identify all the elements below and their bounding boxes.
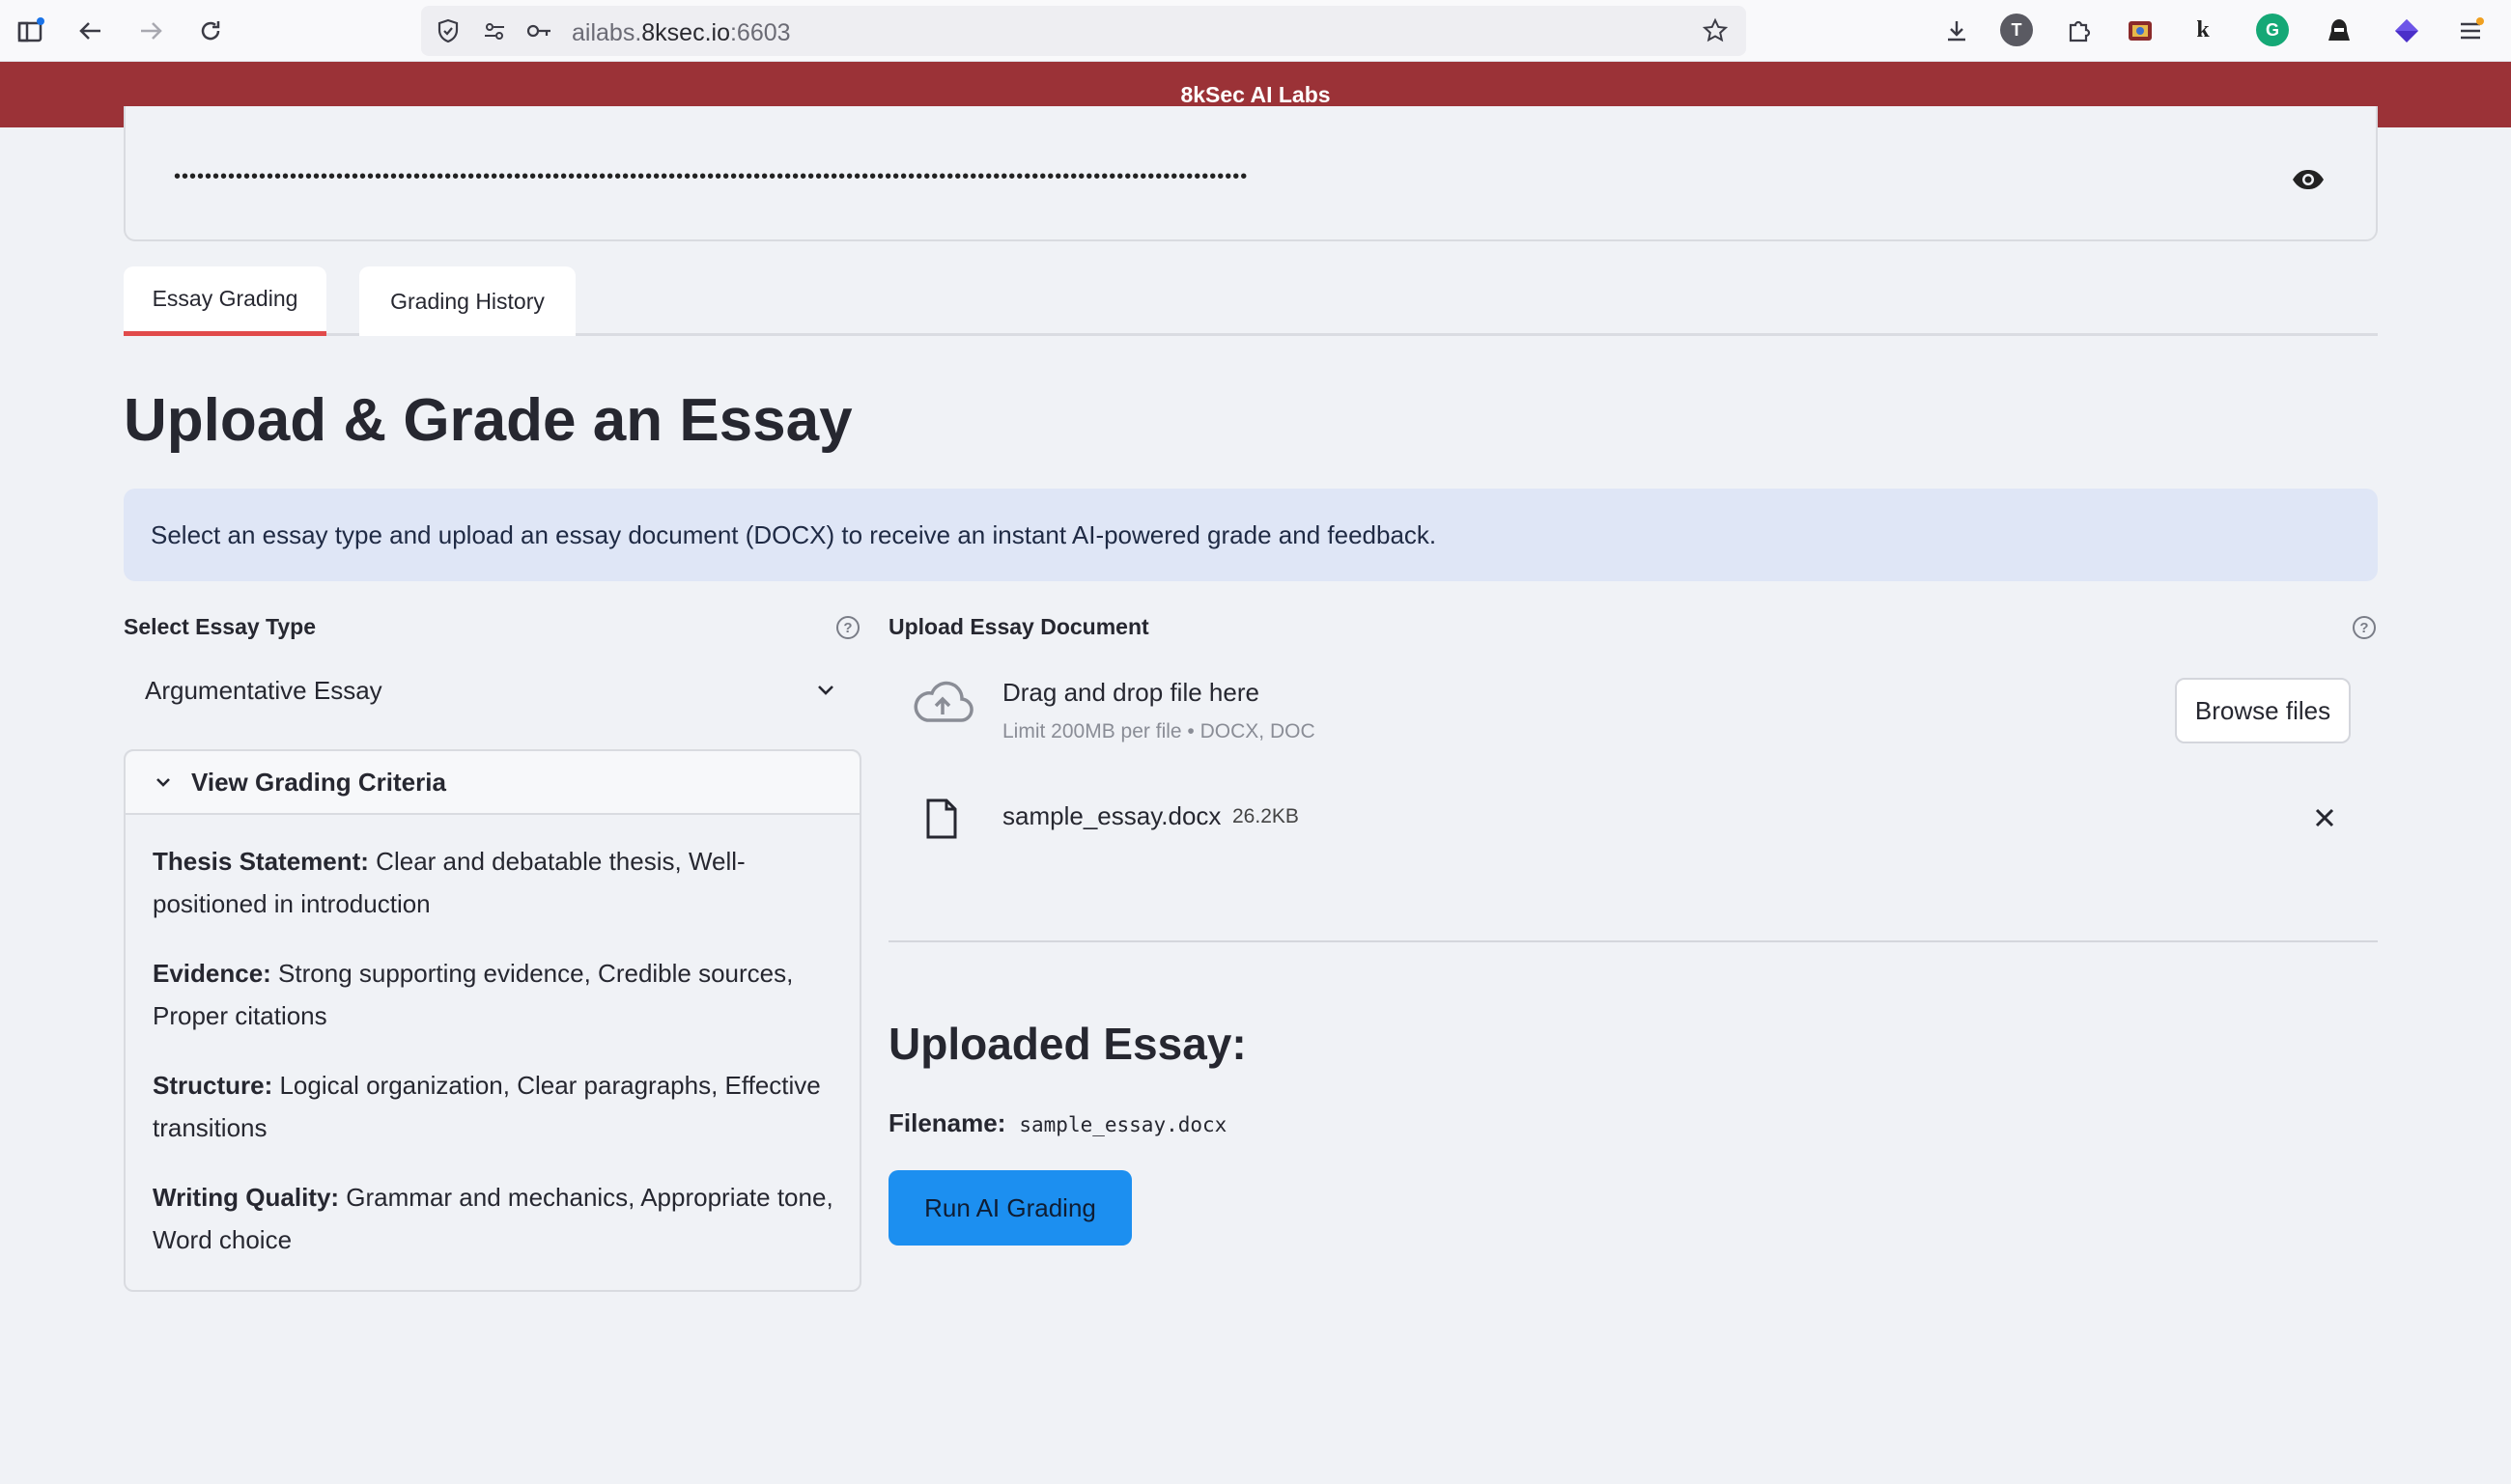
extension-diamond-icon[interactable] [2389, 14, 2424, 48]
sidebar-toggle-icon[interactable] [14, 14, 48, 48]
page-title: Upload & Grade an Essay [124, 387, 853, 454]
uploaded-file-row: sample_essay.docx 26.2KB [889, 788, 2378, 855]
criterion-name: Thesis Statement: [153, 847, 369, 876]
permissions-icon[interactable] [477, 14, 512, 48]
grading-criteria-expander: View Grading Criteria Thesis Statement: … [124, 749, 861, 1292]
tab-essay-grading[interactable]: Essay Grading [124, 266, 326, 336]
back-icon[interactable] [73, 14, 108, 48]
upload-label: Upload Essay Document [889, 614, 1149, 639]
filename-label: Filename: [889, 1108, 1006, 1137]
grading-criteria-header: View Grading Criteria [191, 767, 446, 797]
criterion-name: Evidence: [153, 959, 271, 988]
browser-toolbar: ailabs.8ksec.io:6603 T k G [0, 0, 2511, 62]
extension-hacker-icon[interactable] [2322, 14, 2356, 48]
dropzone-title: Drag and drop file here [1002, 678, 1259, 707]
dropzone-limits: Limit 200MB per file • DOCX, DOC [1002, 720, 1315, 742]
extension-t-icon[interactable]: T [2000, 14, 2033, 46]
divider [889, 940, 2378, 942]
menu-icon[interactable] [2453, 14, 2488, 48]
filename-line: Filename: sample_essay.docx [889, 1108, 1227, 1138]
masked-secret-text: ••••••••••••••••••••••••••••••••••••••••… [174, 166, 1249, 187]
tab-grading-history[interactable]: Grading History [359, 266, 576, 336]
criterion-writing-quality: Writing Quality: Grammar and mechanics, … [153, 1176, 838, 1261]
remove-file-close-icon[interactable] [2312, 805, 2337, 835]
extension-k-icon[interactable]: k [2187, 14, 2219, 46]
file-dropzone[interactable]: Drag and drop file here Limit 200MB per … [889, 662, 2378, 767]
uploaded-essay-heading: Uploaded Essay: [889, 1019, 1247, 1069]
downloads-icon[interactable] [1939, 14, 1974, 48]
essay-type-select[interactable]: Argumentative Essay [124, 658, 861, 722]
criterion-name: Writing Quality: [153, 1183, 340, 1212]
chevron-down-icon [813, 678, 838, 710]
essay-type-selected-value: Argumentative Essay [145, 675, 382, 705]
run-ai-grading-button[interactable]: Run AI Grading [889, 1170, 1132, 1246]
forward-icon[interactable] [133, 14, 168, 48]
api-key-input[interactable]: ••••••••••••••••••••••••••••••••••••••••… [124, 106, 2378, 241]
grammarly-icon[interactable]: G [2256, 14, 2289, 46]
grading-criteria-toggle[interactable]: View Grading Criteria [126, 751, 860, 815]
url-text[interactable]: ailabs.8ksec.io:6603 [572, 19, 791, 47]
filename-value: sample_essay.docx [1019, 1113, 1227, 1136]
browse-files-button[interactable]: Browse files [2175, 678, 2351, 743]
chevron-down-icon [153, 771, 174, 793]
show-password-eye-icon[interactable] [2291, 168, 2326, 196]
essay-type-help-icon[interactable]: ? [836, 616, 860, 639]
info-alert: Select an essay type and upload an essay… [124, 489, 2378, 581]
extension-shield-icon[interactable] [2123, 14, 2158, 48]
reload-icon[interactable] [193, 14, 228, 48]
bookmark-star-icon[interactable] [1698, 14, 1733, 48]
criterion-name: Structure: [153, 1071, 273, 1100]
criterion-thesis: Thesis Statement: Clear and debatable th… [153, 840, 838, 925]
criterion-evidence: Evidence: Strong supporting evidence, Cr… [153, 952, 838, 1037]
criterion-structure: Structure: Logical organization, Clear p… [153, 1064, 838, 1149]
tab-bar: Essay Grading Grading History [124, 266, 2378, 336]
shield-icon[interactable] [431, 14, 466, 48]
extensions-puzzle-icon[interactable] [2061, 14, 2096, 48]
info-text: Select an essay type and upload an essay… [151, 519, 1437, 549]
app-title: 8kSec AI Labs [1180, 81, 1331, 107]
key-icon[interactable] [522, 14, 556, 48]
file-icon [925, 798, 958, 845]
upload-help-icon[interactable]: ? [2353, 616, 2376, 639]
essay-type-label: Select Essay Type [124, 614, 317, 639]
uploaded-file-size: 26.2KB [1232, 805, 1299, 827]
uploaded-file-name: sample_essay.docx [1002, 801, 1222, 830]
cloud-upload-icon [912, 678, 973, 731]
address-bar[interactable]: ailabs.8ksec.io:6603 [421, 6, 1746, 56]
